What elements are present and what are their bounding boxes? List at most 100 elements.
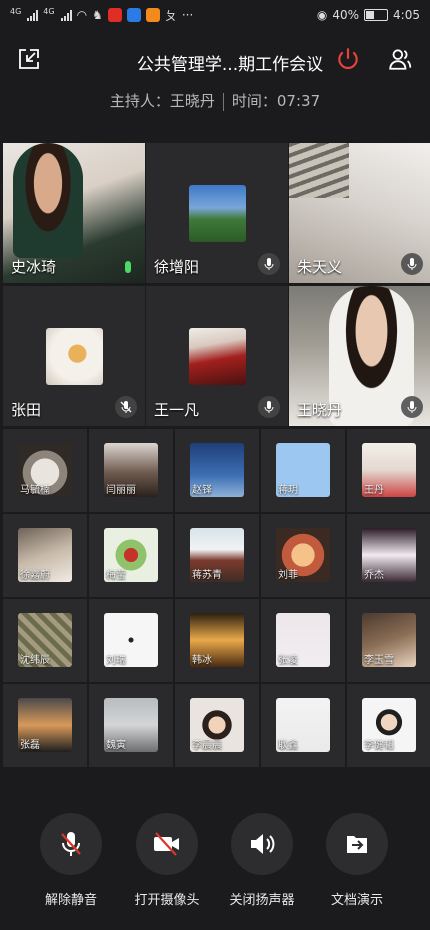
participant-tile[interactable]: 刘菲 (261, 514, 345, 597)
participant-tile[interactable]: 王丹 (347, 429, 430, 512)
participant-tile[interactable]: 耿鑫 (261, 684, 345, 767)
participant-name: 李晨晨 (192, 740, 222, 751)
participant-tile[interactable]: 乔杰 (347, 514, 430, 597)
clock: 4:05 (393, 8, 420, 22)
mic-button[interactable] (401, 396, 423, 418)
participant-avatar (189, 328, 246, 385)
participant-tile[interactable]: 李玉雪 (347, 599, 430, 682)
meeting-title: 公共管理学...期工作会议 (136, 55, 324, 75)
share-doc-button[interactable] (326, 813, 388, 875)
participants-button[interactable] (385, 44, 415, 74)
power-icon (338, 48, 358, 70)
signal-icon-2 (60, 9, 72, 21)
participant-tile[interactable]: 蒋玥 (261, 429, 345, 512)
participant-name: 史冰琦 (11, 258, 57, 276)
participant-name: 刘瑞 (106, 655, 126, 666)
camera-control[interactable]: 打开摄像头 (122, 813, 212, 908)
pinduoduo-icon (107, 8, 122, 22)
participant-name: 张凌 (278, 655, 298, 666)
open-camera-label: 打开摄像头 (134, 893, 200, 908)
participant-tile[interactable]: 徐嘉蔚 (3, 514, 87, 597)
participant-avatar (46, 328, 103, 385)
participant-name: 王一凡 (154, 401, 200, 419)
minimize-window-button[interactable] (14, 44, 44, 74)
participant-name: 耿鑫 (278, 740, 298, 751)
qq-icon: ♞ (92, 8, 103, 22)
participant-tile[interactable]: 沈纬辰 (3, 599, 87, 682)
video-tile[interactable]: 王晓丹 (289, 286, 430, 426)
mic-icon (407, 258, 417, 270)
video-tile[interactable]: 史冰琦 (3, 143, 145, 283)
battery-percent: 40% (332, 8, 360, 22)
meeting-time: 时间：07:37 (231, 92, 321, 110)
participant-tile[interactable]: 魏寅 (89, 684, 173, 767)
participant-tile[interactable]: 刘瑞 (89, 599, 173, 682)
participant-name: 梅莹 (106, 570, 126, 581)
mic-button[interactable] (258, 253, 280, 275)
video-tile[interactable]: 张田 (3, 286, 145, 426)
meeting-meta: 主持人：王晓丹 时间：07:37 (0, 90, 430, 111)
participant-name: 张田 (11, 401, 42, 419)
participant-tile[interactable]: 蒋苏青 (175, 514, 259, 597)
share-doc-label: 文档演示 (330, 893, 383, 908)
participant-tile[interactable]: 赵铎 (175, 429, 259, 512)
mic-muted-button[interactable] (115, 396, 137, 418)
meeting-header: 公共管理学...期工作会议 (0, 34, 430, 86)
participant-name: 韩冰 (192, 655, 212, 666)
eye-comfort-icon: ◉ (316, 8, 328, 22)
participant-tile[interactable]: 韩冰 (175, 599, 259, 682)
mic-muted-icon (120, 401, 132, 413)
mic-icon (264, 258, 274, 270)
network-type-2: 4G (43, 6, 55, 16)
participant-name: 魏寅 (106, 740, 126, 751)
open-camera-button[interactable] (136, 813, 198, 875)
signal-icon (27, 9, 39, 21)
participant-video (289, 143, 349, 198)
mic-icon (407, 401, 417, 413)
network-type: 4G (10, 6, 22, 16)
participant-tile[interactable]: 张凌 (261, 599, 345, 682)
participant-name: 王丹 (364, 485, 384, 496)
participant-name: 蒋苏青 (192, 570, 222, 581)
minimize-window-icon (19, 49, 39, 69)
video-tile[interactable]: 朱天义 (289, 143, 430, 283)
share-doc-control[interactable]: 文档演示 (312, 813, 402, 908)
mic-icon (264, 401, 274, 413)
participant-tile[interactable]: 马毓楠 (3, 429, 87, 512)
participant-name: 李健韬 (364, 740, 394, 751)
participant-name: 马毓楠 (20, 485, 50, 496)
mic-button[interactable] (258, 396, 280, 418)
mic-active-icon (125, 261, 131, 273)
participant-name: 乔杰 (364, 570, 384, 581)
wifi-icon: ◠ (76, 8, 88, 22)
video-tile[interactable]: 王一凡 (146, 286, 288, 426)
participant-name: 张磊 (20, 740, 40, 751)
participant-name: 闫丽丽 (106, 485, 136, 496)
participant-name: 蒋玥 (278, 485, 298, 496)
tiktok-icon: ㄆ (164, 8, 177, 23)
participant-name: 徐嘉蔚 (20, 570, 50, 581)
participant-tile[interactable]: 闫丽丽 (89, 429, 173, 512)
close-speaker-button[interactable] (231, 813, 293, 875)
taobao-icon (126, 8, 141, 22)
unmute-button[interactable] (40, 813, 102, 875)
share-doc-icon (347, 836, 367, 853)
host-label: 主持人：王晓丹 (109, 92, 215, 110)
participant-name: 李玉雪 (364, 655, 394, 666)
unmute-control[interactable]: 解除静音 (26, 813, 116, 908)
participant-name: 赵铎 (192, 485, 212, 496)
video-tile[interactable]: 徐增阳 (146, 143, 288, 283)
mic-button[interactable] (401, 253, 423, 275)
participant-tile[interactable]: 梅莹 (89, 514, 173, 597)
participant-tile[interactable]: 李晨晨 (175, 684, 259, 767)
participant-avatar (189, 185, 246, 242)
participant-tile[interactable]: 李健韬 (347, 684, 430, 767)
participant-name: 沈纬辰 (20, 655, 50, 666)
speaker-control[interactable]: 关闭扬声器 (217, 813, 307, 908)
close-speaker-label: 关闭扬声器 (229, 893, 295, 908)
status-bar: 4G 4G ◠ ♞ ㄆ ··· ◉ 40% 4:05 (0, 0, 430, 30)
end-meeting-button[interactable] (333, 44, 363, 74)
participant-name: 徐增阳 (154, 258, 200, 276)
participant-name: 朱天义 (297, 258, 343, 276)
participant-tile[interactable]: 张磊 (3, 684, 87, 767)
